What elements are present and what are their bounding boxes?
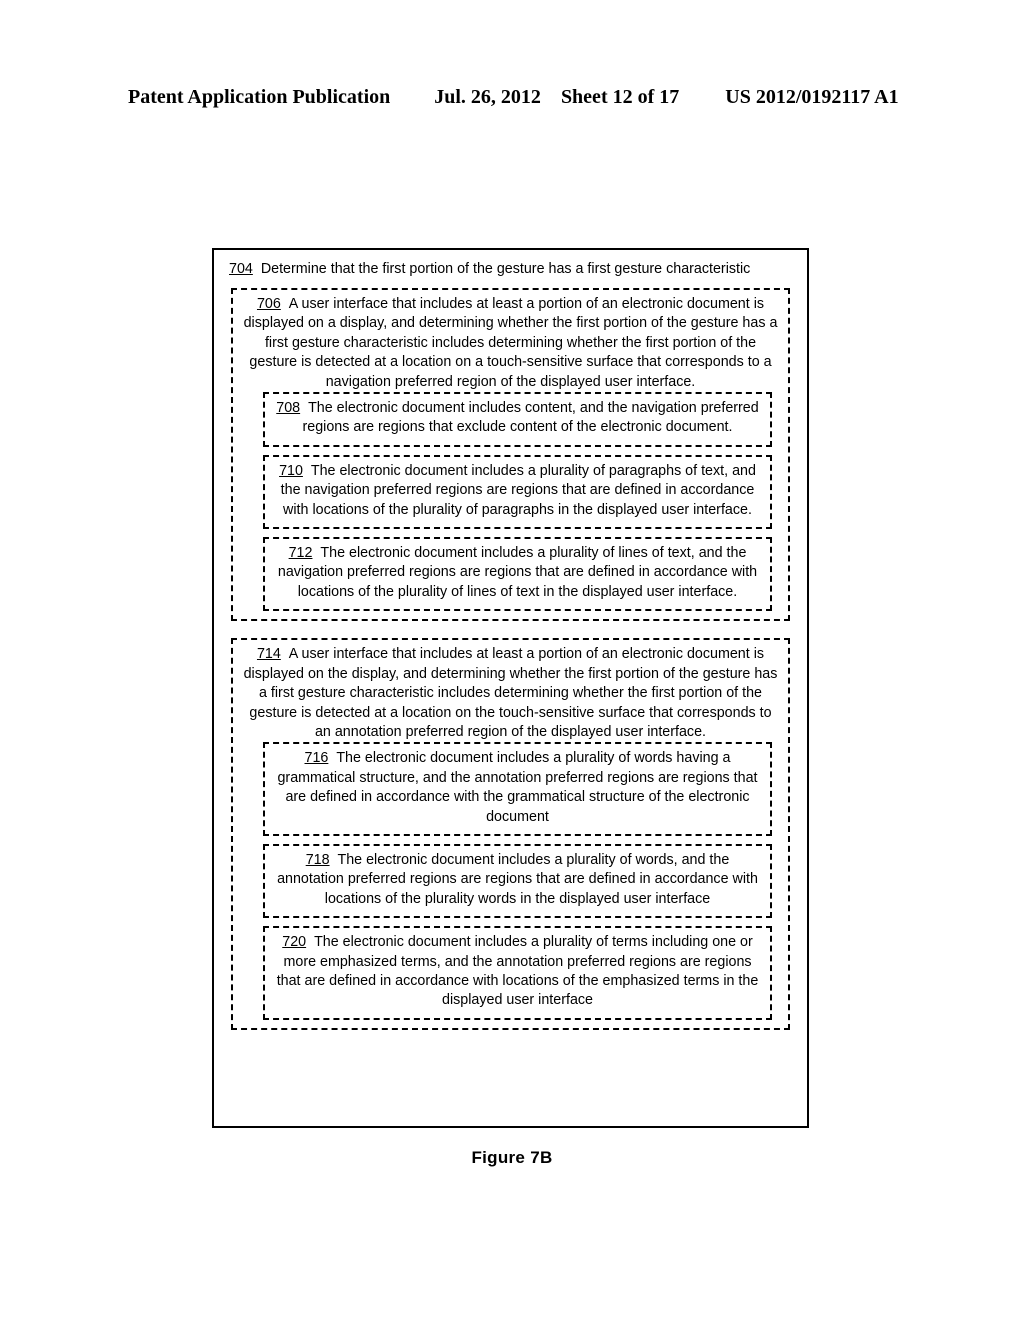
flowchart-step-716: 716 The electronic document includes a p… xyxy=(263,742,772,836)
flowchart-step-714: 714 A user interface that includes at le… xyxy=(231,638,790,1030)
header-date: Jul. 26, 2012 xyxy=(434,86,541,108)
flowchart-step-708: 708 The electronic document includes con… xyxy=(263,392,772,447)
step-706-body: 706 A user interface that includes at le… xyxy=(242,295,779,392)
flowchart-step-712: 712 The electronic document includes a p… xyxy=(263,537,772,612)
step-710-reference-number: 710 xyxy=(279,462,303,479)
step-704-reference-number: 704 xyxy=(229,261,253,277)
flowchart-step-718: 718 The electronic document includes a p… xyxy=(263,843,772,919)
step-720-text: The electronic document includes a plura… xyxy=(276,934,759,1009)
step-712-text: The electronic document includes a plura… xyxy=(277,545,758,600)
step-716-reference-number: 716 xyxy=(304,750,329,767)
flowchart-outer-box: 704 Determine that the first portion of … xyxy=(212,248,809,1128)
figure-caption: Figure 7B xyxy=(471,1148,553,1167)
header-publication-label: Patent Application Publication xyxy=(128,86,391,108)
step-718-text: The electronic document includes a plura… xyxy=(277,851,758,907)
step-712-reference-number: 712 xyxy=(288,545,313,562)
header-sheet-number: Sheet 12 of 17 xyxy=(560,86,680,108)
step-714-reference-number: 714 xyxy=(256,646,281,663)
step-708-reference-number: 708 xyxy=(276,400,301,417)
flowchart-step-710: 710 The electronic document includes a p… xyxy=(263,454,772,530)
flowchart-step-704: 704 Determine that the first portion of … xyxy=(222,260,799,279)
step-706-reference-number: 706 xyxy=(256,296,281,312)
flowchart-step-706: 706 A user interface that includes at le… xyxy=(231,288,790,622)
step-718-reference-number: 718 xyxy=(305,851,330,868)
step-720-reference-number: 720 xyxy=(282,934,307,951)
header-publication-number: US 2012/0192117 A1 xyxy=(725,86,899,108)
flowchart-step-720: 720 The electronic document includes a p… xyxy=(263,926,772,1020)
step-708-text: The electronic document includes content… xyxy=(302,400,759,436)
step-716-text: The electronic document includes a plura… xyxy=(277,750,758,825)
step-714-body: 714 A user interface that includes at le… xyxy=(242,645,779,742)
step-706-text: A user interface that includes at least … xyxy=(243,296,778,390)
step-704-text: Determine that the first portion of the … xyxy=(260,261,751,277)
step-710-text: The electronic document includes a plura… xyxy=(280,462,756,518)
step-714-text: A user interface that includes at least … xyxy=(243,646,778,740)
page-header: Patent Application Publication Jul. 26, … xyxy=(128,86,899,109)
